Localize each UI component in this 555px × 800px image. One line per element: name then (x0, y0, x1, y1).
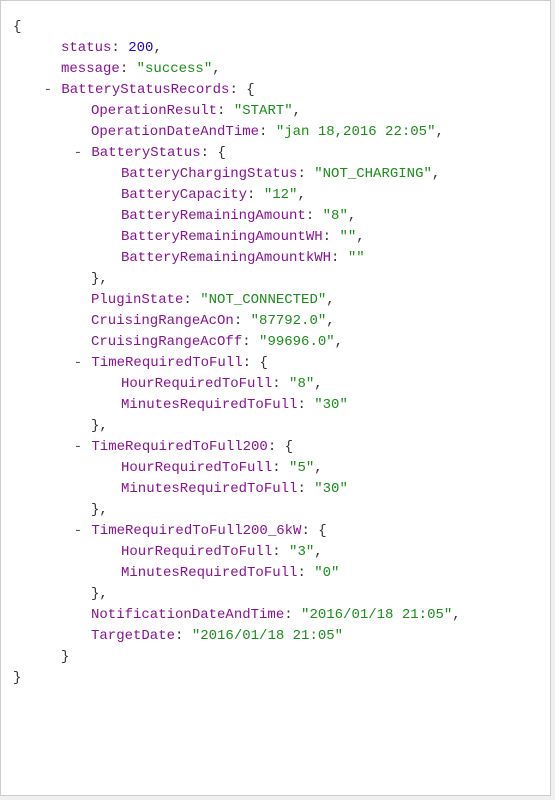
val-status: 200 (128, 40, 153, 56)
row-trf200[interactable]: - TimeRequiredToFull200: { (13, 437, 538, 458)
brace-open: { (13, 17, 538, 38)
bs-close: }, (13, 269, 538, 290)
row-brawh: BatteryRemainingAmountWH: "", (13, 227, 538, 248)
collapse-icon[interactable]: - (73, 353, 83, 374)
row-trf-h: HourRequiredToFull: "8", (13, 374, 538, 395)
row-cron: CruisingRangeAcOn: "87792.0", (13, 311, 538, 332)
key-message: message (61, 61, 120, 77)
row-message: message: "success", (13, 59, 538, 80)
row-target: TargetDate: "2016/01/18 21:05" (13, 626, 538, 647)
brace-close: } (13, 668, 538, 689)
collapse-icon[interactable]: - (73, 143, 83, 164)
val-message: "success" (137, 61, 213, 77)
row-trf6kw-h: HourRequiredToFull: "3", (13, 542, 538, 563)
row-bcap: BatteryCapacity: "12", (13, 185, 538, 206)
row-trf-m: MinutesRequiredToFull: "30" (13, 395, 538, 416)
collapse-icon[interactable]: - (43, 80, 53, 101)
row-trf6kw-m: MinutesRequiredToFull: "0" (13, 563, 538, 584)
row-trf200-m: MinutesRequiredToFull: "30" (13, 479, 538, 500)
row-op-dt: OperationDateAndTime: "jan 18,2016 22:05… (13, 122, 538, 143)
row-status: status: 200, (13, 38, 538, 59)
row-notif: NotificationDateAndTime: "2016/01/18 21:… (13, 605, 538, 626)
trf200-close: }, (13, 500, 538, 521)
key-bsr: BatteryStatusRecords (61, 82, 229, 98)
json-viewer: { status: 200, message: "success", - Bat… (0, 0, 551, 796)
row-op-result: OperationResult: "START", (13, 101, 538, 122)
row-bra: BatteryRemainingAmount: "8", (13, 206, 538, 227)
row-trf6kw[interactable]: - TimeRequiredToFull200_6kW: { (13, 521, 538, 542)
collapse-icon[interactable]: - (73, 437, 83, 458)
trf6kw-close: }, (13, 584, 538, 605)
key-status: status (61, 40, 111, 56)
trf-close: }, (13, 416, 538, 437)
row-trf[interactable]: - TimeRequiredToFull: { (13, 353, 538, 374)
row-plugin: PluginState: "NOT_CONNECTED", (13, 290, 538, 311)
collapse-icon[interactable]: - (73, 521, 83, 542)
row-bsr[interactable]: - BatteryStatusRecords: { (13, 80, 538, 101)
bsr-close: } (13, 647, 538, 668)
row-brakwh: BatteryRemainingAmountkWH: "" (13, 248, 538, 269)
row-trf200-h: HourRequiredToFull: "5", (13, 458, 538, 479)
row-bs[interactable]: - BatteryStatus: { (13, 143, 538, 164)
row-croff: CruisingRangeAcOff: "99696.0", (13, 332, 538, 353)
row-bcs: BatteryChargingStatus: "NOT_CHARGING", (13, 164, 538, 185)
